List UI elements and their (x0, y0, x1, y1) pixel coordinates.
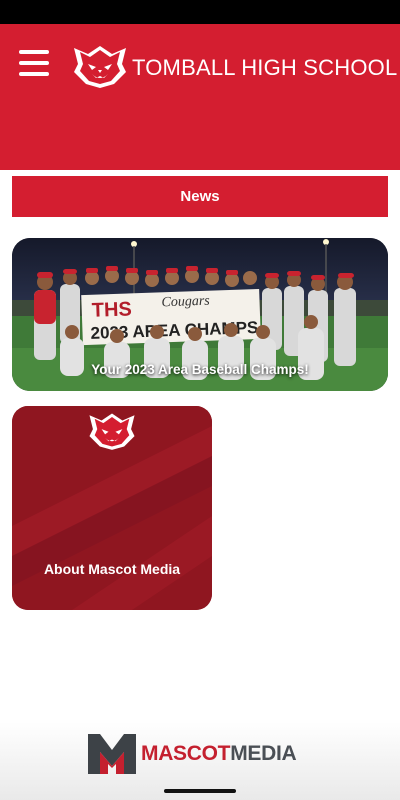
about-mascot-media-card[interactable]: About Mascot Media (12, 406, 212, 610)
hamburger-menu-icon[interactable] (19, 50, 51, 76)
banner-text-cougars: Cougars (161, 294, 210, 311)
app-header: TOMBALL HIGH SCHOOL (0, 24, 400, 170)
about-card-label: About Mascot Media (43, 561, 181, 577)
mascot-media-wordmark: MASCOTMEDIA (141, 742, 297, 766)
feature-caption: Your 2023 Area Baseball Champs! (91, 362, 309, 377)
banner-text-ths: THS (91, 298, 132, 321)
cougar-logo-icon (89, 413, 135, 450)
feature-photo-card[interactable]: THS Cougars 2023 AREA CHAMPS Your 2023 A… (12, 238, 388, 391)
wordmark-part-1: MASCOT (141, 742, 231, 765)
home-indicator[interactable] (164, 789, 236, 793)
wordmark-part-2: MEDIA (230, 742, 297, 765)
mascot-media-logo-icon (88, 734, 136, 774)
cougar-logo-icon (74, 46, 126, 88)
status-bar (0, 0, 400, 24)
school-name: TOMBALL HIGH SCHOOL (132, 55, 398, 80)
news-button[interactable]: News (12, 176, 388, 217)
